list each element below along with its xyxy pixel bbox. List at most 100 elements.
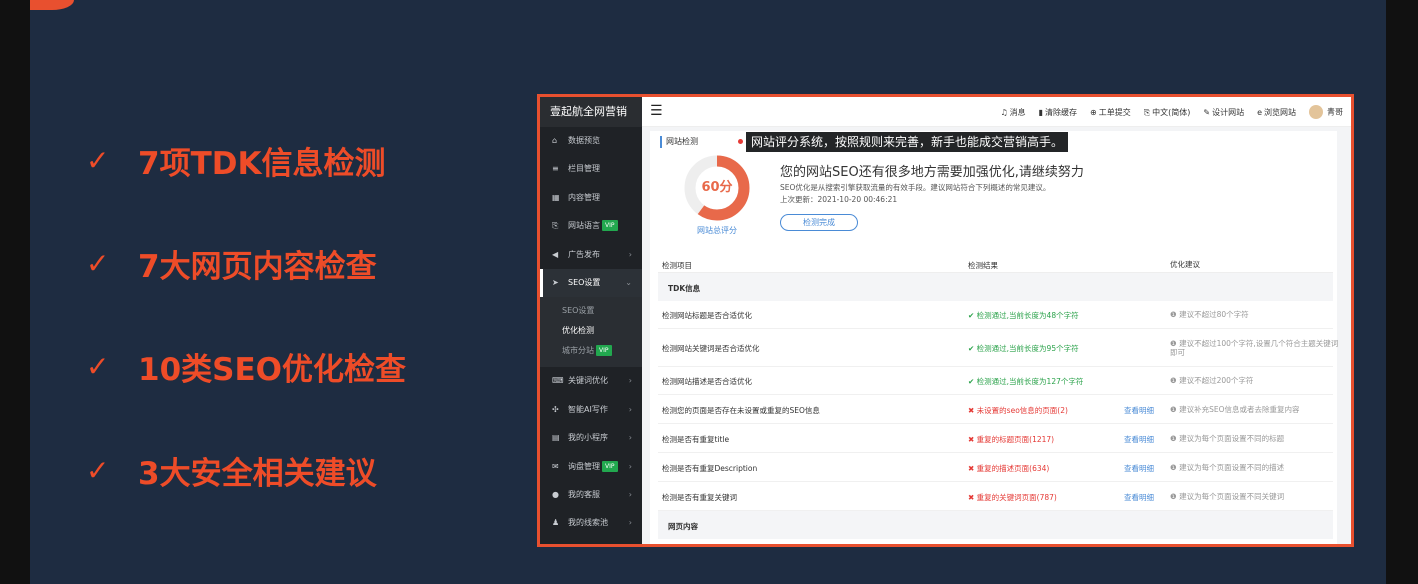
sidebar-item-label: 广告发布 — [568, 249, 600, 259]
chat-icon: ● — [552, 489, 559, 499]
ai-icon: ✣ — [552, 404, 559, 414]
bell-icon: ♫ — [1000, 107, 1008, 117]
top-bar: ☰ ♫ 消息 ▮ 清除缓存 ⊕ 工单提交 ⎘ 中文(简体) ✎ 设计网站 e 浏览网站 青哥 — [642, 97, 1351, 127]
view-detail-link[interactable]: 查看明细 — [1124, 463, 1154, 474]
sidebar-item[interactable]: ♟ 我的线索池 › — [540, 509, 642, 537]
toolbar-link[interactable]: ♫ 消息 — [1000, 107, 1025, 118]
toolbar-link[interactable]: ✎ 设计网站 — [1203, 107, 1244, 118]
file-icon: ▤ — [552, 433, 560, 443]
sidebar-item-label: 我的线索池 — [568, 518, 608, 528]
table-row: 检测是否有重复title ✖ 重复的标题页面(1217) 查看明细 ❶ 建议为每个页面… — [658, 424, 1333, 453]
translate-icon: ⎘ — [1143, 107, 1151, 117]
view-detail-link[interactable]: 查看明细 — [1124, 405, 1154, 416]
toolbar-link[interactable]: ⎘ 中文(简体) — [1144, 107, 1191, 118]
advice-text: ❶ 建议为每个页面设置不同关键词 — [1170, 492, 1340, 501]
info-icon: ❶ — [1170, 433, 1180, 443]
chevron-right-icon: › — [628, 404, 632, 414]
result-text: 检测通过,当前长度为95个字符 — [976, 344, 1079, 353]
toolbar-link[interactable]: ⊕ 工单提交 — [1090, 107, 1131, 118]
sidebar-item-label: SEO设置 — [568, 277, 601, 287]
feature-text: 10类SEO优化检查 — [138, 352, 406, 388]
detection-panel: 网站检测 网站评分系统，按照规则来完善，新手也能成交营销高手。 60分 网站总评… — [650, 131, 1340, 544]
table-row: 检测是否有重复Description ✖ 重复的描述页面(634) 查看明细 ❶ 建议… — [658, 453, 1333, 482]
sidebar-item[interactable]: ◀ 广告发布 › — [540, 241, 642, 269]
advice-label: 建议为每个页面设置不同的描述 — [1179, 462, 1285, 472]
view-detail-link[interactable]: 查看明细 — [1124, 434, 1154, 445]
section-title: TDK信息 — [668, 284, 701, 293]
chevron-right-icon: › — [628, 461, 632, 471]
table-header: 检测项目 检测结果 优化建议 — [658, 255, 1333, 273]
vip-badge: VIP — [602, 460, 618, 472]
mail-icon: ✉ — [552, 461, 559, 471]
toolbar-link[interactable]: ▮ 清除缓存 — [1039, 107, 1077, 118]
sidebar-item[interactable]: ● 我的客服 › — [540, 481, 642, 509]
result-text: 未设置的seo信息的页面(2) — [976, 405, 1068, 415]
result-text: 重复的描述页面(634) — [976, 463, 1050, 473]
sidebar-item[interactable]: ▦ 内容管理 — [540, 184, 642, 212]
submenu-item-optimize-check[interactable]: 优化检测 — [540, 321, 642, 341]
advice-text: ❶ 建议为每个页面设置不同的描述 — [1170, 463, 1340, 472]
toolbar-link[interactable]: e 浏览网站 — [1257, 107, 1296, 118]
sidebar-item-label: 关键词优化 — [568, 376, 608, 386]
info-icon: ❶ — [1170, 339, 1180, 348]
table-row: 检测网站关键词是否合适优化 ✔ 检测通过,当前长度为95个字符 ❶ 建议不超过100… — [658, 329, 1338, 367]
view-detail-link[interactable]: 查看明细 — [1124, 492, 1154, 503]
sidebar-item[interactable]: ⎘ 网站语言 VIP — [540, 212, 642, 240]
table-row: 检测是否有重复关键词 ✖ 重复的关键词页面(787) 查看明细 ❶ 建议为每个页面设置… — [658, 482, 1333, 511]
submenu-item-seo-settings[interactable]: SEO设置 — [540, 301, 642, 321]
info-icon: ❶ — [1170, 376, 1180, 385]
menu-icon[interactable]: ☰ — [650, 104, 663, 118]
check-result: ✖ 重复的描述页面(634) — [968, 463, 1049, 474]
sidebar-item[interactable]: ⌨ 关键词优化 › — [540, 367, 642, 395]
sidebar-item[interactable]: ▤ 我的小程序 › — [540, 424, 642, 452]
table-row: 检测网站描述是否合适优化 ✔ 检测通过,当前长度为127个字符 ❶ 建议不超过200… — [658, 367, 1333, 395]
feature-text: 3大安全相关建议 — [138, 456, 377, 492]
submenu-label: 城市分站 — [562, 346, 594, 356]
chevron-right-icon: › — [628, 376, 632, 386]
breadcrumb: 网站检测 — [660, 136, 698, 148]
check-result: ✖ 重复的关键词页面(787) — [968, 492, 1057, 503]
sidebar-item[interactable]: ✣ 智能AI写作 › — [540, 396, 642, 424]
check-item: 检测是否有重复关键词 — [662, 492, 737, 502]
feature-item: ✓ 10类SEO优化检查 — [86, 344, 406, 389]
feature-text: 7大网页内容检查 — [138, 249, 377, 285]
check-result: ✔ 检测通过,当前长度为95个字符 — [968, 343, 1079, 354]
sidebar-item[interactable]: ✉ 询盘管理 VIP › — [540, 453, 642, 481]
score-caption: 网站总评分 — [697, 226, 737, 235]
browser-icon: e — [1257, 107, 1262, 117]
advice-label: 建议不超过200个字符 — [1179, 376, 1254, 385]
check-icon: ✓ — [86, 350, 110, 383]
check-icon: ✓ — [86, 247, 110, 280]
result-text: 检测通过,当前长度为127个字符 — [976, 377, 1084, 386]
tooltip: 网站评分系统，按照规则来完善，新手也能成交营销高手。 — [746, 132, 1069, 152]
sidebar-item-seo[interactable]: ➤ SEO设置 ⌄ — [540, 268, 642, 298]
info-icon: ❶ — [1170, 404, 1180, 414]
col-header-advice: 优化建议 — [1170, 260, 1200, 269]
main-content: 网站检测 网站评分系统，按照规则来完善，新手也能成交营销高手。 60分 网站总评… — [642, 127, 1351, 544]
check-icon: ✔ — [968, 377, 977, 386]
score-value: 60分 — [701, 180, 733, 195]
sidebar-item[interactable]: ≡ 栏目管理 — [540, 155, 642, 183]
advice-text: ❶ 建议为每个页面设置不同的标题 — [1170, 434, 1340, 443]
support-icon: ⊕ — [1090, 107, 1097, 117]
check-complete-button[interactable]: 检测完成 — [780, 214, 858, 231]
sidebar-item-label: 我的小程序 — [568, 433, 608, 443]
chevron-right-icon: › — [628, 249, 632, 259]
check-icon: ✔ — [968, 311, 977, 320]
vip-badge: VIP — [596, 345, 612, 357]
advice-text: ❶ 建议补充SEO信息或者去除重复内容 — [1170, 405, 1340, 414]
check-item: 检测是否有重复Description — [662, 463, 758, 473]
result-text: 重复的关键词页面(787) — [976, 492, 1057, 502]
chevron-right-icon: › — [628, 433, 632, 443]
check-item: 检测网站描述是否合适优化 — [662, 377, 752, 386]
user-icon: ♟ — [552, 518, 560, 528]
submenu-item-city-sites[interactable]: 城市分站 VIP — [540, 341, 642, 361]
corner-accent — [30, 0, 74, 10]
chevron-down-icon: ⌄ — [625, 277, 632, 287]
user-menu[interactable]: 青哥 — [1309, 105, 1343, 119]
toolbar: ♫ 消息 ▮ 清除缓存 ⊕ 工单提交 ⎘ 中文(简体) ✎ 设计网站 e 浏览网站 青哥 — [1000, 97, 1343, 127]
grid-icon: ▦ — [552, 192, 560, 202]
result-description: SEO优化是从搜索引擎获取流量的有效手段。建议网站符合下列概述的常见建议。 — [780, 183, 1051, 192]
sidebar-item[interactable]: ⌂ 数据预览 — [540, 127, 642, 155]
info-icon: ❶ — [1170, 462, 1180, 472]
